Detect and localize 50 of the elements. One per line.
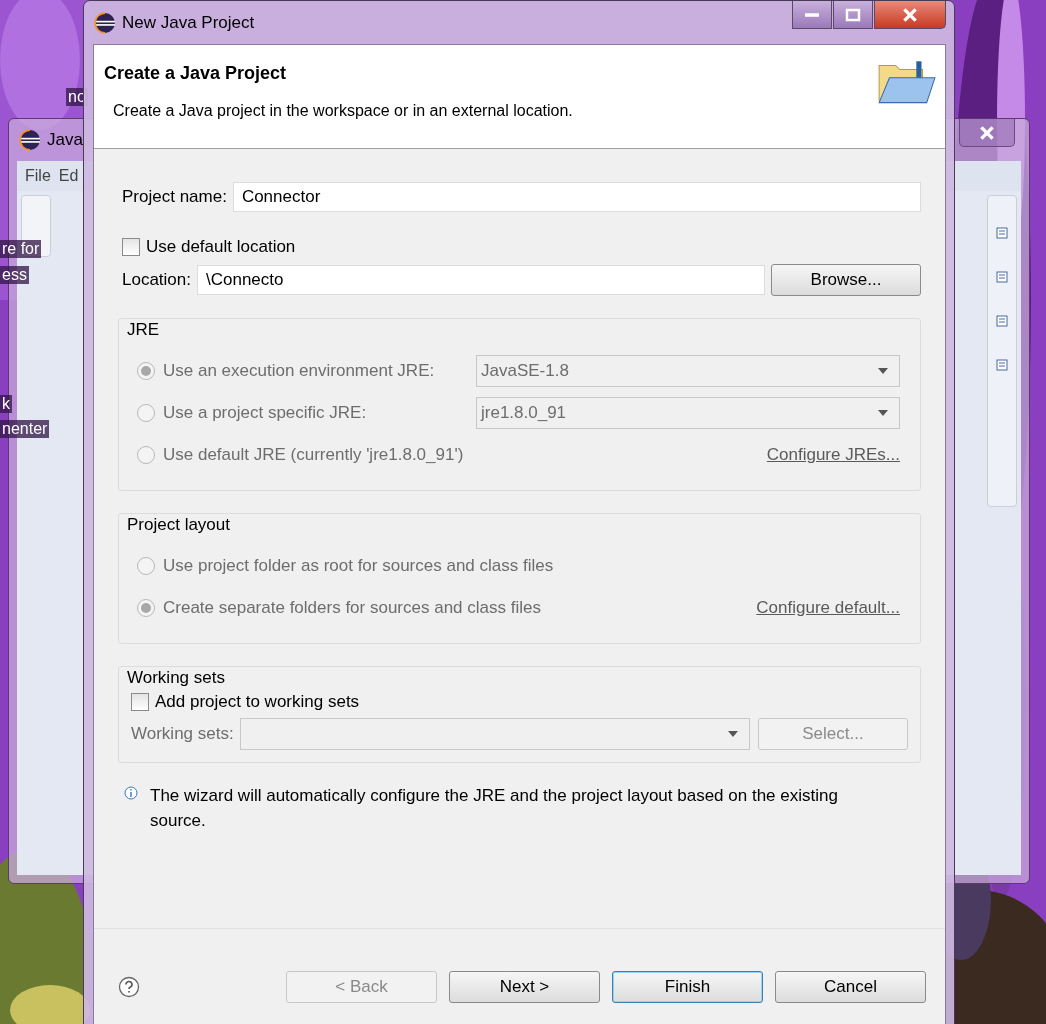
close-button[interactable] — [874, 1, 946, 29]
dialog-button[interactable]: Cancel — [775, 971, 926, 1003]
close-button[interactable] — [959, 119, 1015, 147]
radio-label: Create separate folders for sources and class files — [163, 598, 541, 618]
wizard-title: Create a Java Project — [104, 63, 288, 84]
dialog-button[interactable]: Next > — [449, 971, 600, 1003]
menu-item[interactable]: Ed — [58, 167, 79, 185]
project-name-field[interactable]: Connector — [232, 182, 921, 212]
checkbox[interactable] — [122, 238, 140, 256]
eclipse-icon — [19, 129, 41, 151]
dropdown-arrow-icon — [727, 730, 739, 738]
view-icon[interactable] — [995, 226, 1009, 240]
wizard-description: Create a Java project in the workspace or in an external location. — [112, 102, 573, 120]
side-toolbar — [21, 195, 51, 257]
group-title: Project layout — [127, 515, 231, 535]
view-icon[interactable] — [995, 270, 1009, 284]
use-default-location-checkbox[interactable]: Use default location — [122, 237, 921, 257]
desktop-icon-label: re for — [0, 240, 42, 258]
info-icon — [124, 786, 138, 800]
close-icon — [901, 5, 919, 24]
field-label: Working sets: — [131, 724, 234, 744]
info-message: The wizard will automatically configure the JRE and the project layout based on the existing source. — [150, 785, 839, 832]
close-icon — [978, 123, 996, 142]
maximize-icon — [845, 6, 861, 23]
help-icon[interactable] — [118, 976, 140, 998]
dropdown-arrow-icon — [877, 409, 889, 417]
radio-label: Use a project specific JRE: — [163, 403, 367, 423]
radio-label: Use an execution environment JRE: — [163, 361, 435, 381]
window-title: Java — [47, 130, 83, 150]
desktop-icon-label: k — [0, 395, 12, 413]
desktop-icon-label: nenter — [0, 420, 50, 438]
view-icon[interactable] — [995, 314, 1009, 328]
window-title: New Java Project — [122, 12, 255, 33]
location-field[interactable]: \Connecto — [197, 265, 765, 295]
radio-label: Use project folder as root for sources and class files — [163, 556, 554, 576]
desktop-icon-label: ess — [0, 266, 29, 284]
menu-item[interactable]: File — [25, 167, 51, 185]
field-label: Location: — [122, 270, 191, 290]
eclipse-icon — [94, 11, 116, 34]
minimize-button[interactable] — [792, 1, 832, 29]
dropdown-arrow-icon — [877, 367, 889, 375]
view-icon[interactable] — [995, 358, 1009, 372]
group-title: Working sets — [127, 668, 226, 688]
field-label: Project name: — [122, 187, 227, 207]
browse-button[interactable]: Browse... — [771, 264, 921, 296]
maximize-button[interactable] — [833, 1, 873, 29]
dialog-button[interactable]: Finish — [612, 971, 763, 1003]
minimize-icon — [805, 12, 819, 17]
radio-label: Use default JRE (currently 'jre1.8.0_91') — [163, 445, 464, 465]
group-title: JRE — [127, 320, 161, 340]
